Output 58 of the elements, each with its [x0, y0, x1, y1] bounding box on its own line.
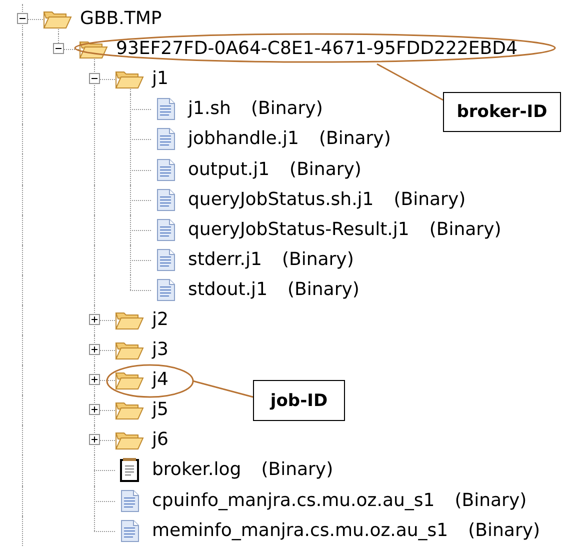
tree-item-label[interactable]: j1: [152, 68, 168, 90]
document-icon: [156, 278, 174, 301]
callout-label: job-ID: [253, 380, 345, 421]
folder-icon: [115, 340, 144, 360]
expand-toggle[interactable]: [89, 314, 100, 325]
callout-label: broker-ID: [443, 92, 561, 132]
document-icon: [156, 218, 174, 241]
document-icon: [156, 188, 174, 211]
collapse-toggle[interactable]: [89, 73, 100, 84]
leader-line: [376, 63, 444, 101]
file-type-label: (Binary): [429, 218, 502, 240]
folder-icon: [115, 400, 144, 420]
file-type-label: (Binary): [261, 460, 334, 481]
tree-item-label[interactable]: j3: [152, 339, 168, 360]
tree-item-label[interactable]: jobhandle.j1: [188, 128, 299, 150]
tree-item-label[interactable]: meminfo_manjra.cs.mu.oz.au_s1: [152, 520, 448, 541]
expand-toggle[interactable]: [89, 344, 100, 356]
file-type-label: (Binary): [290, 158, 362, 180]
tree-item-label[interactable]: GBB.TMP: [80, 8, 162, 30]
document-icon: [156, 248, 174, 271]
collapse-toggle[interactable]: [53, 43, 64, 54]
tree-item-label[interactable]: j1.sh: [188, 98, 231, 120]
folder-icon: [115, 430, 144, 450]
tree-item-label[interactable]: stdout.j1: [188, 278, 268, 300]
folder-icon: [43, 9, 72, 30]
document-icon: [120, 520, 138, 542]
expand-toggle[interactable]: [89, 374, 100, 386]
expand-toggle[interactable]: [89, 404, 100, 416]
document-icon: [156, 128, 174, 150]
notepad-icon: [120, 458, 140, 482]
tree-item-label[interactable]: 93EF27FD-0A64-C8E1-4671-95FDD222EBD4: [116, 38, 518, 60]
tree-item-label[interactable]: stderr.j1: [188, 248, 262, 270]
tree-item-label[interactable]: j4: [152, 369, 168, 390]
file-type-label: (Binary): [454, 490, 527, 511]
tree-item-label[interactable]: j5: [152, 399, 168, 420]
folder-icon: [115, 370, 144, 390]
document-icon: [120, 490, 138, 512]
file-type-label: (Binary): [394, 188, 466, 210]
tree-item-label[interactable]: cpuinfo_manjra.cs.mu.oz.au_s1: [152, 490, 435, 511]
folder-icon: [115, 69, 144, 90]
tree-item-label[interactable]: broker.log: [152, 460, 242, 481]
folder-icon: [79, 39, 108, 60]
file-type-label: (Binary): [282, 248, 354, 270]
collapse-toggle[interactable]: [17, 13, 28, 24]
tree-item-label[interactable]: queryJobStatus-Result.j1: [188, 218, 410, 240]
tree-item-label[interactable]: output.j1: [188, 158, 270, 180]
folder-icon: [115, 310, 144, 330]
file-type-label: (Binary): [468, 520, 540, 541]
file-type-label: (Binary): [288, 278, 360, 300]
leader-line: [192, 380, 254, 398]
tree-item-label[interactable]: j6: [152, 429, 168, 450]
tree-item-label[interactable]: queryJobStatus.sh.j1: [188, 188, 374, 210]
document-icon: [156, 158, 174, 181]
expand-toggle[interactable]: [89, 434, 100, 446]
document-icon: [156, 98, 174, 120]
file-type-label: (Binary): [250, 98, 323, 120]
file-type-label: (Binary): [318, 128, 391, 150]
tree-item-label[interactable]: j2: [152, 309, 168, 330]
